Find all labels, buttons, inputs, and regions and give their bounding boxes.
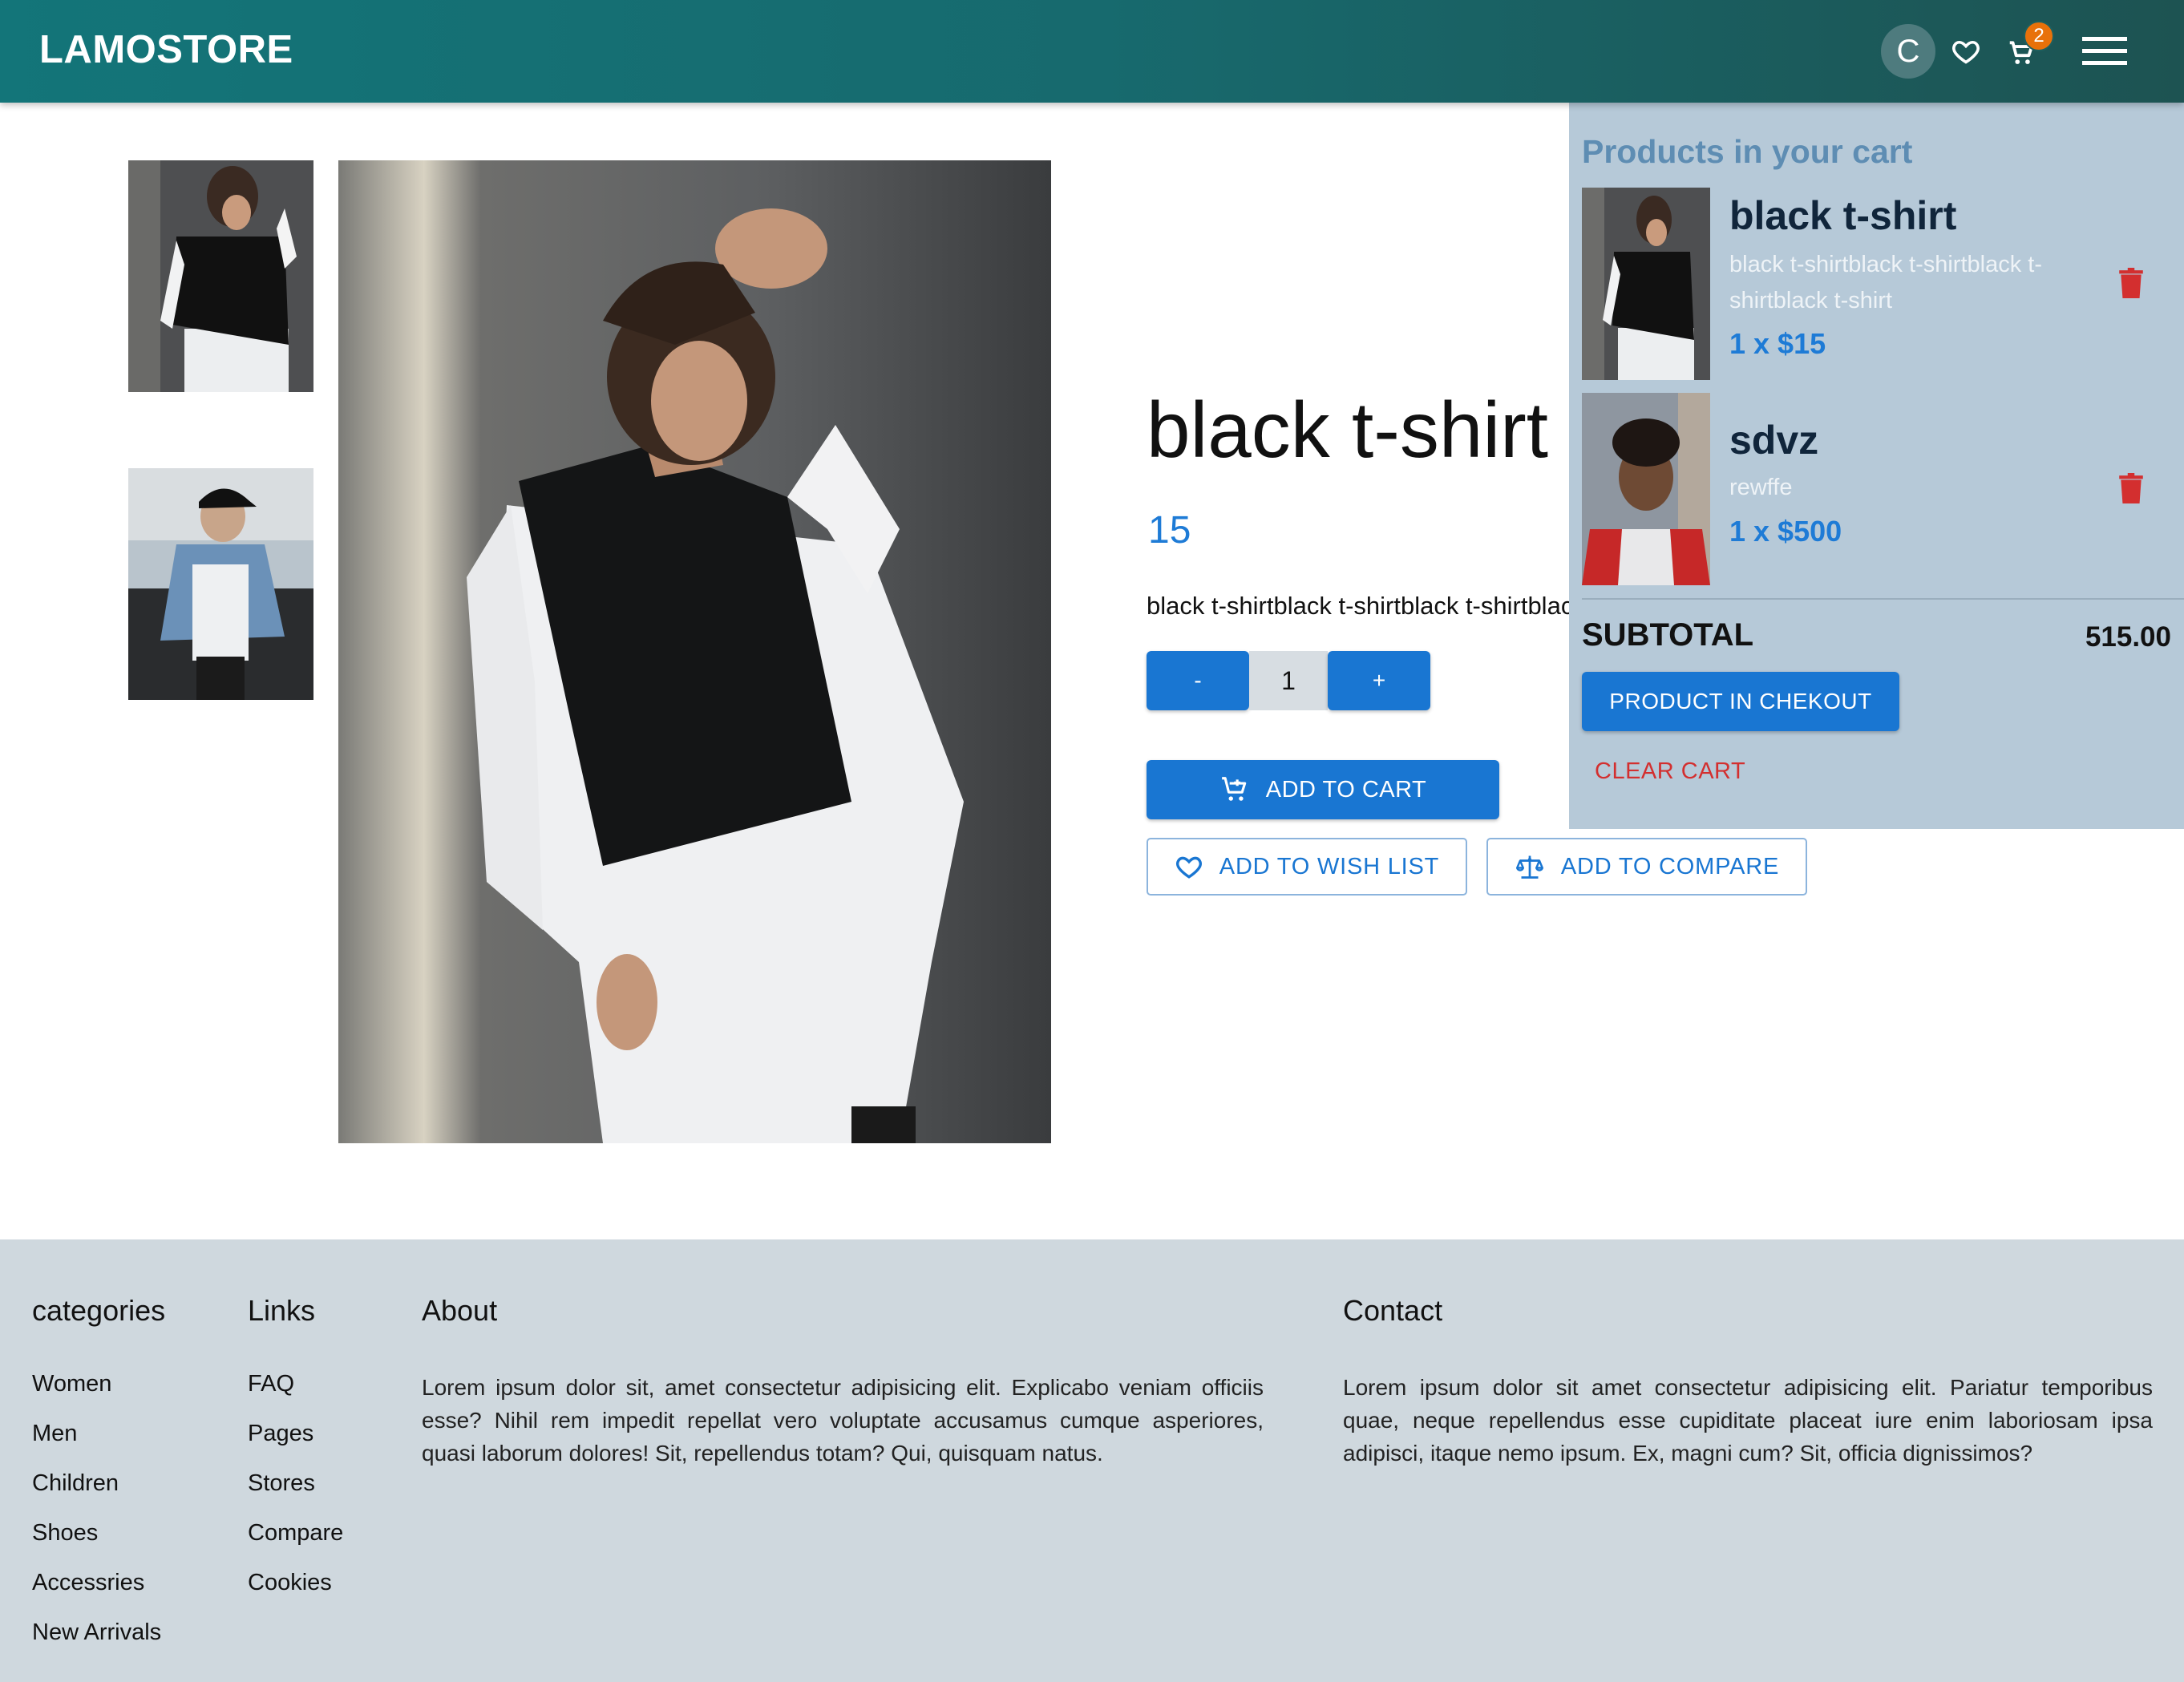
footer-contact-heading: Contact xyxy=(1343,1294,1443,1327)
footer-about-text: Lorem ipsum dolor sit, amet consectetur … xyxy=(422,1375,1264,1466)
footer-link-faq[interactable]: FAQ xyxy=(248,1371,294,1397)
heart-outline-icon xyxy=(1175,853,1203,880)
cart-panel-title: Products in your cart xyxy=(1582,133,1913,170)
cart-item-1-name: black t-shirt xyxy=(1729,193,1957,238)
quantity-decrease-button[interactable]: - xyxy=(1147,651,1249,710)
footer-link-stores[interactable]: Stores xyxy=(248,1470,315,1497)
cart-item-2-name: sdvz xyxy=(1729,418,1819,463)
product-thumbnail-1[interactable] xyxy=(128,160,313,392)
hamburger-menu-icon[interactable] xyxy=(2081,32,2128,71)
product-thumbnail-2[interactable] xyxy=(128,468,313,700)
subtotal-value: 515.00 xyxy=(2085,621,2171,653)
balance-scale-icon xyxy=(1515,852,1545,881)
quantity-increase-button[interactable]: + xyxy=(1328,651,1430,710)
cart-count-badge: 2 xyxy=(2024,21,2054,51)
footer-contact-text: Lorem ipsum dolor sit amet consectetur a… xyxy=(1343,1375,2153,1466)
cart-item-1-description: black t-shirtblack t-shirtblack t-shirtb… xyxy=(1729,252,2042,313)
footer-category-children[interactable]: Children xyxy=(32,1470,119,1497)
cart-item-1-photo xyxy=(1582,188,1710,380)
top-app-bar: LAMOSTORE C 2 xyxy=(0,0,2184,103)
store-logo[interactable]: LAMOSTORE xyxy=(39,27,293,72)
add-to-cart-label: ADD TO CART xyxy=(1265,776,1427,803)
cart-dropdown-panel: Products in your cart black t-shirt blac… xyxy=(1569,103,2184,829)
cart-item-1-qty-price: 1 x $15 xyxy=(1729,327,1826,360)
wishlist-heart-icon[interactable] xyxy=(1948,34,1984,69)
cart-item-2-image xyxy=(1582,393,1710,585)
footer-category-women[interactable]: Women xyxy=(32,1371,111,1397)
cart-item-2-qty-price: 1 x $500 xyxy=(1729,515,1842,548)
quantity-value: 1 xyxy=(1249,651,1328,710)
subtotal-label: SUBTOTAL xyxy=(1582,617,1754,653)
footer-about-heading: About xyxy=(422,1294,498,1327)
cart-divider xyxy=(1582,598,2184,600)
footer-category-shoes[interactable]: Shoes xyxy=(32,1520,98,1547)
add-to-wishlist-label: ADD TO WISH LIST xyxy=(1219,853,1440,879)
cart-item-1-delete-icon[interactable] xyxy=(2119,268,2143,302)
footer-category-men[interactable]: Men xyxy=(32,1421,77,1447)
product-main-image xyxy=(338,160,1051,1143)
product-title: black t-shirt xyxy=(1147,386,1549,474)
thumbnail-photo-front xyxy=(128,160,313,392)
cart-item-1-image xyxy=(1582,188,1710,380)
product-description: black t-shirtblack t-shirtblack t-shirtb… xyxy=(1147,592,1579,620)
add-to-wishlist-button[interactable]: ADD TO WISH LIST xyxy=(1147,838,1467,896)
product-price: 15 xyxy=(1148,509,1191,552)
checkout-button[interactable]: PRODUCT IN CHEKOUT xyxy=(1582,672,1899,731)
user-avatar[interactable]: C xyxy=(1881,24,1935,79)
site-footer: categories Women Men Children Shoes Acce… xyxy=(0,1239,2184,1682)
footer-link-compare[interactable]: Compare xyxy=(248,1520,343,1547)
footer-category-new-arrivals[interactable]: New Arrivals xyxy=(32,1619,161,1646)
add-shopping-cart-icon xyxy=(1219,774,1250,805)
main-photo-graphic xyxy=(338,160,1051,1143)
footer-links-heading: Links xyxy=(248,1294,316,1327)
cart-item-2-delete-icon[interactable] xyxy=(2119,473,2143,507)
add-to-cart-button[interactable]: ADD TO CART xyxy=(1147,760,1499,819)
footer-category-accessories[interactable]: Accessries xyxy=(32,1570,144,1596)
footer-link-pages[interactable]: Pages xyxy=(248,1421,313,1447)
cart-item-2-photo xyxy=(1582,393,1710,585)
thumbnail-photo-denim xyxy=(128,468,313,700)
clear-cart-button[interactable]: CLEAR CART xyxy=(1595,758,1745,785)
cart-item-2-description: rewffe xyxy=(1729,475,1793,500)
footer-categories-heading: categories xyxy=(32,1294,166,1327)
add-to-compare-button[interactable]: ADD TO COMPARE xyxy=(1486,838,1807,896)
add-to-compare-label: ADD TO COMPARE xyxy=(1560,853,1780,879)
footer-link-cookies[interactable]: Cookies xyxy=(248,1570,332,1596)
